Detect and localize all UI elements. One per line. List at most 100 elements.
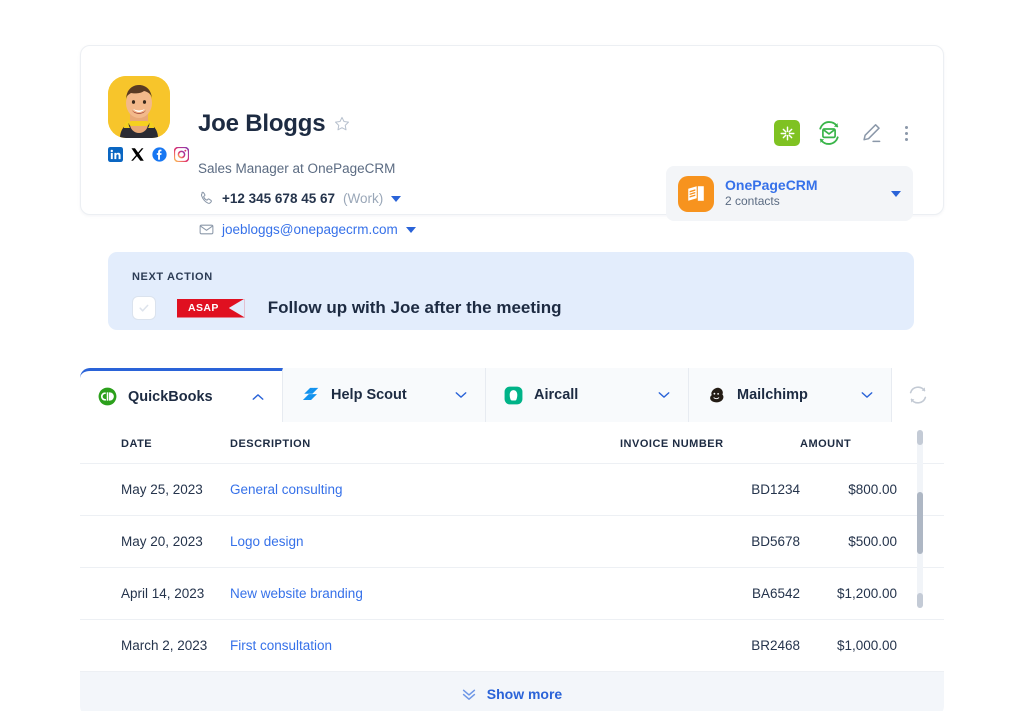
linkedin-icon[interactable] [108, 147, 123, 162]
scrollbar-thumb[interactable] [917, 492, 923, 554]
tab-quickbooks[interactable]: QuickBooks [80, 368, 283, 422]
table-row[interactable]: April 14, 2023 New website branding BA65… [80, 568, 944, 620]
cell-date: May 20, 2023 [80, 516, 230, 568]
cell-date: May 25, 2023 [80, 464, 230, 516]
phone-type-label: (Work) [343, 191, 383, 206]
integrations-panel: QuickBooks Help Scout [80, 368, 944, 664]
phone-icon [199, 191, 214, 206]
tab-help-scout[interactable]: Help Scout [283, 368, 486, 422]
page-title: Joe Bloggs [198, 112, 325, 136]
kebab-dot [905, 138, 908, 141]
email-address[interactable]: joebloggs@onepagecrm.com [222, 222, 398, 237]
refresh-button[interactable] [892, 368, 944, 422]
next-action-label: NEXT ACTION [132, 271, 213, 283]
tab-label: Aircall [534, 387, 658, 403]
next-action-checkbox[interactable] [132, 296, 156, 320]
tab-aircall[interactable]: Aircall [486, 368, 689, 422]
user-photo-avatar [108, 76, 170, 138]
cell-description: Logo design [230, 516, 620, 568]
kebab-dot [905, 126, 908, 129]
sparkle-icon [779, 125, 796, 142]
aircall-icon [504, 386, 523, 405]
company-info: OnePageCRM 2 contacts [725, 177, 880, 210]
ai-sparkle-button[interactable] [774, 120, 800, 146]
contact-name-line: Joe Bloggs [198, 112, 350, 136]
next-action-title[interactable]: Follow up with Joe after the meeting [268, 298, 562, 318]
cell-invoice-number: BR2468 [620, 620, 800, 672]
table-row[interactable]: May 25, 2023 General consulting BD1234 $… [80, 464, 944, 516]
kebab-dot [905, 132, 908, 135]
status-badge[interactable]: ASAP [177, 299, 245, 318]
table-header-row: DATE DESCRIPTION INVOICE NUMBER AMOUNT [80, 422, 944, 464]
onepagecrm-logo [678, 176, 714, 212]
status-badge-label: ASAP [188, 302, 219, 314]
table-scrollbar[interactable] [917, 430, 923, 608]
cell-invoice-number: BD1234 [620, 464, 800, 516]
more-options-button[interactable] [900, 126, 913, 141]
contact-action-icons [774, 120, 913, 146]
tab-mailchimp[interactable]: Mailchimp [689, 368, 892, 422]
quickbooks-icon [98, 387, 117, 406]
cell-amount: $1,000.00 [800, 620, 944, 672]
phone-row: +12 345 678 45 67 (Work) [199, 191, 401, 206]
cell-invoice-number: BD5678 [620, 516, 800, 568]
next-action-row: ASAP Follow up with Joe after the meetin… [132, 296, 562, 320]
column-header-description: DESCRIPTION [230, 422, 620, 464]
invoice-description-link[interactable]: General consulting [230, 482, 343, 497]
refresh-icon [907, 384, 929, 406]
chevron-up-icon[interactable] [252, 393, 264, 401]
double-chevron-down-icon [462, 689, 476, 700]
avatar[interactable] [108, 76, 170, 138]
star-outline-icon[interactable] [334, 116, 350, 132]
facebook-icon[interactable] [152, 147, 167, 162]
envelope-icon [199, 222, 214, 237]
contact-detail-page: Joe Bloggs Sales Manager at OnePageCRM +… [0, 0, 1024, 711]
email-sync-button[interactable] [816, 120, 842, 146]
table-row[interactable]: March 2, 2023 First consultation BR2468 … [80, 620, 944, 672]
cell-date: April 14, 2023 [80, 568, 230, 620]
instagram-icon[interactable] [174, 147, 189, 162]
table-row[interactable]: May 20, 2023 Logo design BD5678 $500.00 [80, 516, 944, 568]
chevron-down-icon[interactable] [861, 391, 873, 399]
mailchimp-icon [707, 386, 726, 405]
x-twitter-icon[interactable] [130, 147, 145, 162]
show-more-button[interactable]: Show more [80, 672, 944, 711]
chevron-down-icon[interactable] [406, 227, 416, 233]
cell-description: First consultation [230, 620, 620, 672]
chevron-down-icon[interactable] [391, 196, 401, 202]
invoice-description-link[interactable]: First consultation [230, 638, 332, 653]
company-name[interactable]: OnePageCRM [725, 177, 880, 195]
invoice-description-link[interactable]: New website branding [230, 586, 363, 601]
phone-number[interactable]: +12 345 678 45 67 [222, 191, 335, 206]
tab-label: Mailchimp [737, 387, 861, 403]
invoice-description-link[interactable]: Logo design [230, 534, 304, 549]
integration-tabs: QuickBooks Help Scout [80, 368, 944, 422]
show-more-label: Show more [487, 686, 562, 702]
column-header-date: DATE [80, 422, 230, 464]
contact-card: Joe Bloggs Sales Manager at OnePageCRM +… [80, 45, 944, 215]
social-links [108, 147, 189, 162]
edit-pencil-button[interactable] [858, 120, 884, 146]
cell-description: General consulting [230, 464, 620, 516]
next-action-panel: NEXT ACTION ASAP Follow up with Joe afte… [108, 252, 914, 330]
cell-date: March 2, 2023 [80, 620, 230, 672]
book-logo-icon [685, 182, 708, 205]
job-title: Sales Manager at OnePageCRM [198, 161, 395, 176]
company-card[interactable]: OnePageCRM 2 contacts [666, 166, 913, 221]
email-row: joebloggs@onepagecrm.com [199, 222, 416, 237]
cell-description: New website branding [230, 568, 620, 620]
invoices-table-wrap: DATE DESCRIPTION INVOICE NUMBER AMOUNT M… [80, 422, 944, 672]
column-header-invoice-number: INVOICE NUMBER [620, 422, 800, 464]
helpscout-icon [301, 386, 320, 405]
invoices-table: DATE DESCRIPTION INVOICE NUMBER AMOUNT M… [80, 422, 944, 672]
checkmark-icon [138, 302, 150, 314]
chevron-down-icon[interactable] [455, 391, 467, 399]
chevron-down-icon[interactable] [891, 191, 901, 197]
chevron-down-icon[interactable] [658, 391, 670, 399]
scrollbar-cap-top[interactable] [917, 430, 923, 445]
tab-label: Help Scout [331, 387, 455, 403]
company-contacts-count: 2 contacts [725, 194, 880, 210]
tab-label: QuickBooks [128, 389, 252, 405]
cell-invoice-number: BA6542 [620, 568, 800, 620]
scrollbar-cap-bottom[interactable] [917, 593, 923, 608]
